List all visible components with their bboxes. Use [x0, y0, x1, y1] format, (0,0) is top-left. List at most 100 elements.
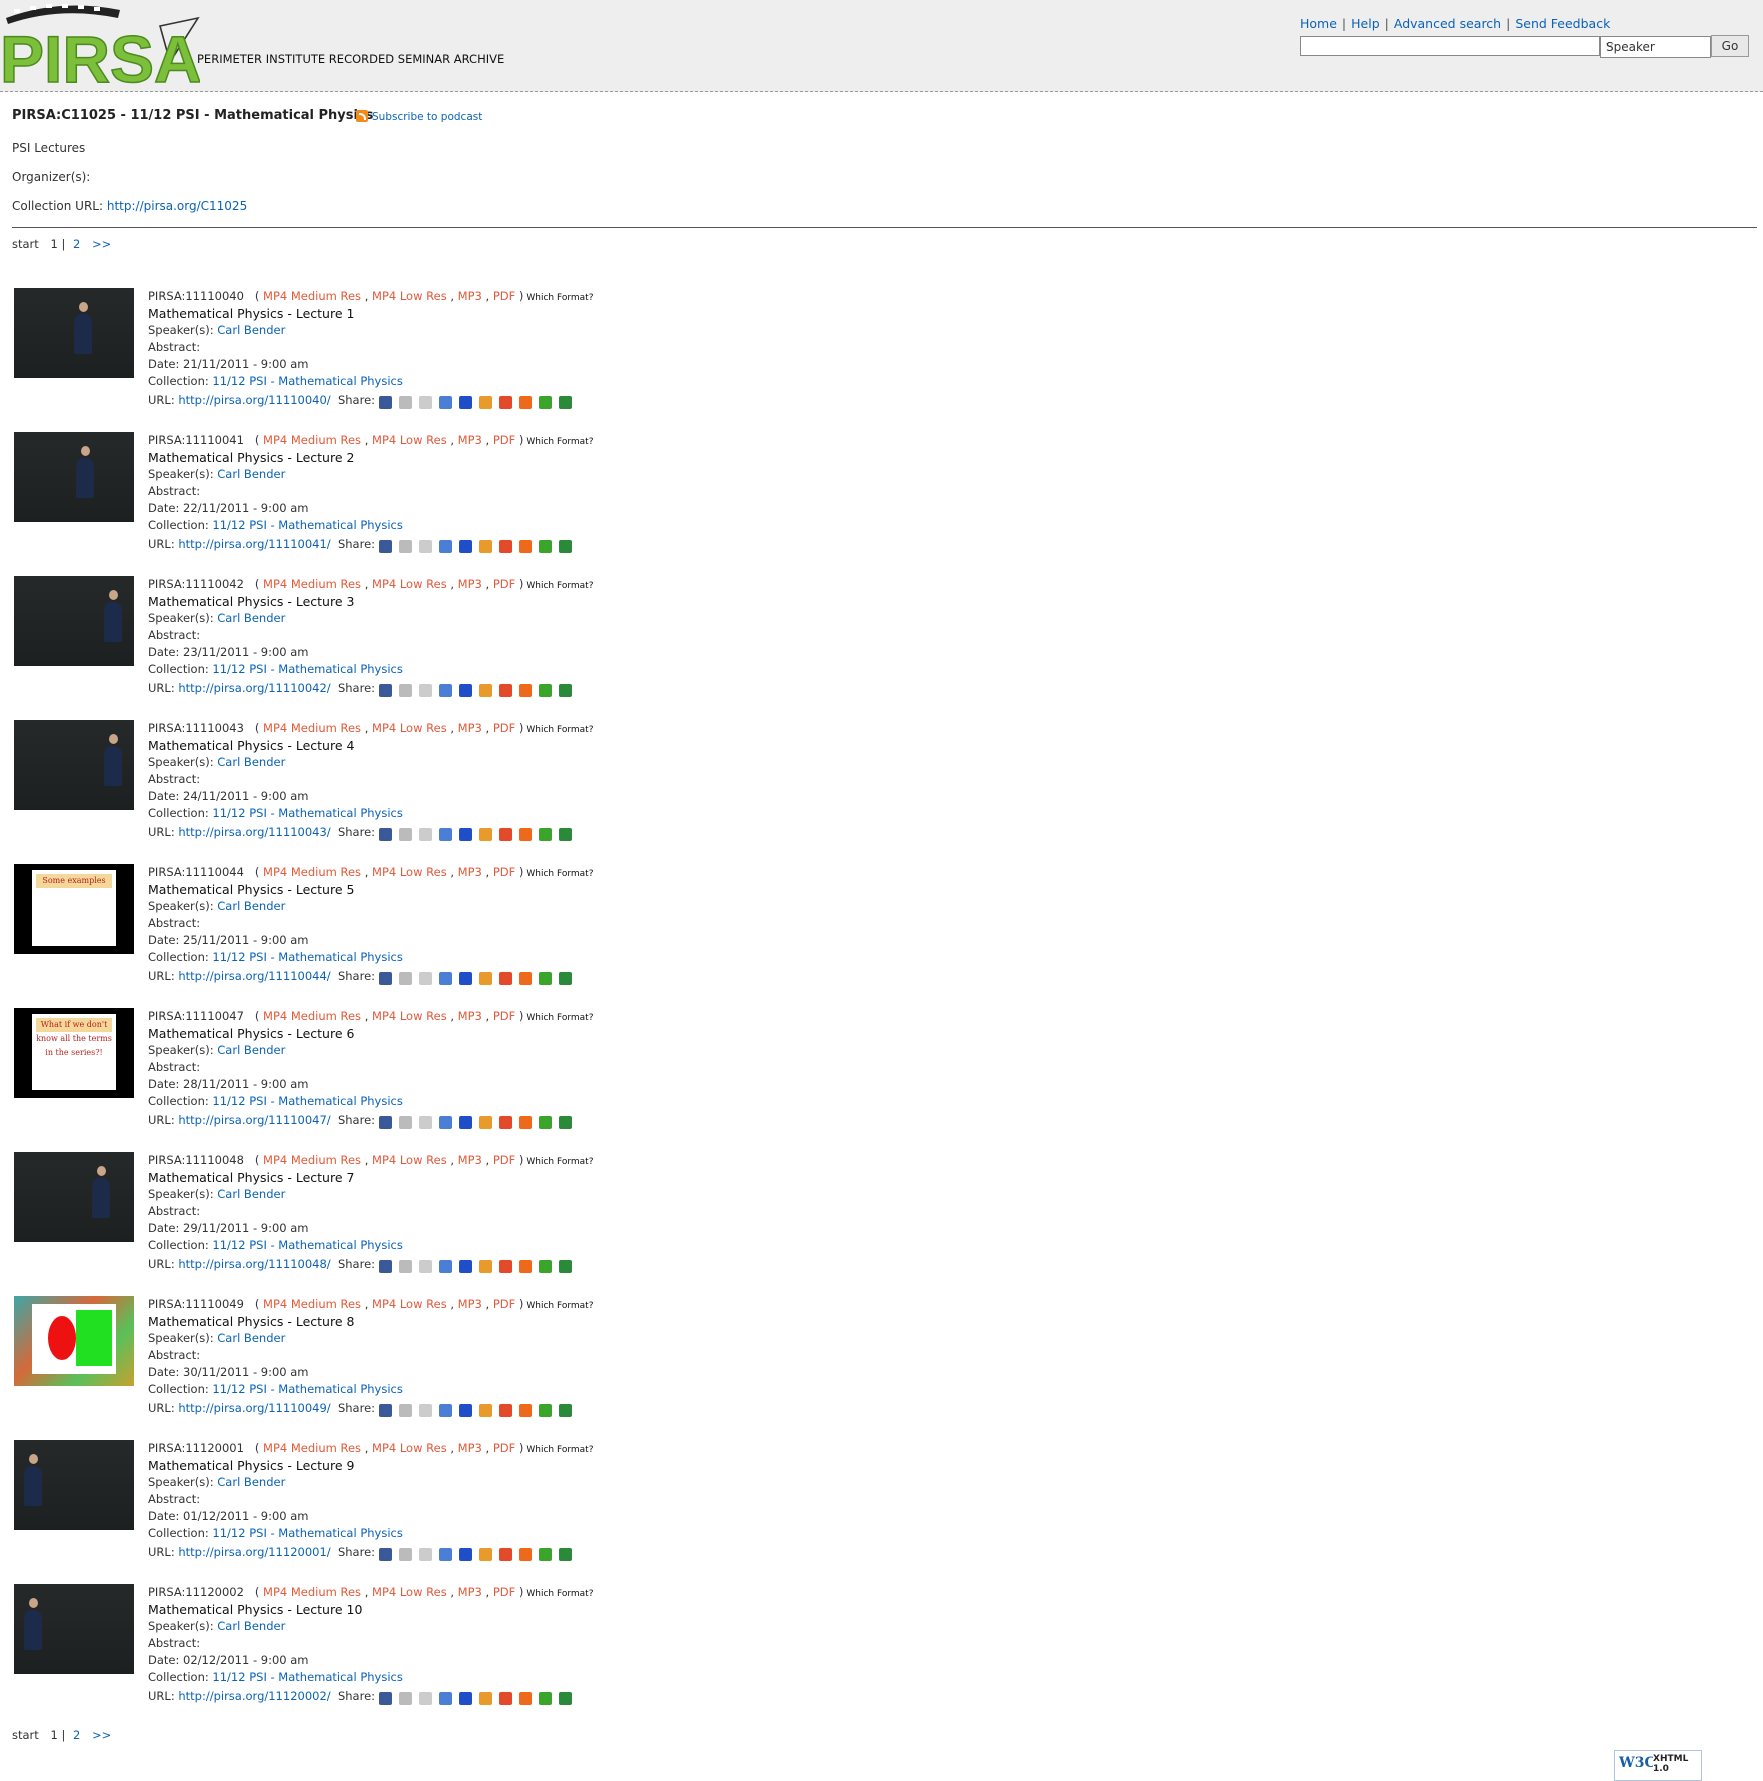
digg-icon[interactable] [399, 1116, 413, 1129]
send-feedback-link[interactable]: Send Feedback [1515, 16, 1610, 31]
ma-gnolia-icon[interactable] [559, 540, 573, 553]
format-link[interactable]: MP4 Low Res [372, 865, 447, 879]
delicious-icon[interactable] [459, 540, 473, 553]
reddit-icon[interactable] [419, 540, 433, 553]
digg-icon[interactable] [399, 1404, 413, 1417]
windows-live-icon[interactable] [479, 540, 493, 553]
lecture-thumbnail[interactable] [14, 1152, 134, 1242]
which-format-link[interactable]: Which Format? [526, 869, 593, 879]
yahoo-icon[interactable] [499, 684, 513, 697]
format-link[interactable]: PDF [493, 577, 515, 591]
windows-live-icon[interactable] [479, 828, 493, 841]
yahoo-icon[interactable] [499, 1548, 513, 1561]
format-link[interactable]: MP3 [458, 1009, 482, 1023]
delicious-icon[interactable] [459, 1116, 473, 1129]
stumbleupon-icon[interactable] [539, 540, 553, 553]
lecture-url-link[interactable]: http://pirsa.org/11110041/ [178, 537, 330, 551]
windows-live-icon[interactable] [479, 1116, 493, 1129]
which-format-link[interactable]: Which Format? [526, 437, 593, 447]
speaker-link[interactable]: Carl Bender [217, 899, 285, 913]
digg-icon[interactable] [399, 828, 413, 841]
furl-icon[interactable] [519, 1260, 533, 1273]
format-link[interactable]: MP3 [458, 289, 482, 303]
google-icon[interactable] [439, 1116, 453, 1129]
format-link[interactable]: MP4 Medium Res [263, 1441, 361, 1455]
lecture-thumbnail[interactable] [14, 1584, 134, 1674]
format-link[interactable]: MP4 Medium Res [263, 1297, 361, 1311]
lecture-thumbnail[interactable] [14, 1440, 134, 1530]
digg-icon[interactable] [399, 972, 413, 985]
windows-live-icon[interactable] [479, 972, 493, 985]
stumbleupon-icon[interactable] [539, 1692, 553, 1705]
furl-icon[interactable] [519, 828, 533, 841]
furl-icon[interactable] [519, 1116, 533, 1129]
google-icon[interactable] [439, 828, 453, 841]
delicious-icon[interactable] [459, 1548, 473, 1561]
facebook-icon[interactable] [379, 972, 393, 985]
google-icon[interactable] [439, 1404, 453, 1417]
format-link[interactable]: MP4 Medium Res [263, 721, 361, 735]
delicious-icon[interactable] [459, 1260, 473, 1273]
digg-icon[interactable] [399, 1548, 413, 1561]
collection-link[interactable]: 11/12 PSI - Mathematical Physics [212, 806, 402, 820]
collection-link[interactable]: 11/12 PSI - Mathematical Physics [212, 662, 402, 676]
facebook-icon[interactable] [379, 828, 393, 841]
format-link[interactable]: MP4 Low Res [372, 1297, 447, 1311]
speaker-link[interactable]: Carl Bender [217, 1475, 285, 1489]
speaker-link[interactable]: Carl Bender [217, 1331, 285, 1345]
format-link[interactable]: MP4 Medium Res [263, 1153, 361, 1167]
facebook-icon[interactable] [379, 1548, 393, 1561]
google-icon[interactable] [439, 1260, 453, 1273]
windows-live-icon[interactable] [479, 396, 493, 409]
furl-icon[interactable] [519, 1692, 533, 1705]
format-link[interactable]: MP4 Low Res [372, 721, 447, 735]
format-link[interactable]: MP4 Medium Res [263, 577, 361, 591]
reddit-icon[interactable] [419, 828, 433, 841]
digg-icon[interactable] [399, 1692, 413, 1705]
yahoo-icon[interactable] [499, 1260, 513, 1273]
ma-gnolia-icon[interactable] [559, 972, 573, 985]
collection-link[interactable]: 11/12 PSI - Mathematical Physics [212, 1526, 402, 1540]
reddit-icon[interactable] [419, 396, 433, 409]
ma-gnolia-icon[interactable] [559, 1548, 573, 1561]
format-link[interactable]: MP4 Medium Res [263, 865, 361, 879]
collection-link[interactable]: 11/12 PSI - Mathematical Physics [212, 1238, 402, 1252]
format-link[interactable]: MP4 Low Res [372, 1009, 447, 1023]
furl-icon[interactable] [519, 540, 533, 553]
lecture-url-link[interactable]: http://pirsa.org/11110043/ [178, 825, 330, 839]
collection-link[interactable]: 11/12 PSI - Mathematical Physics [212, 518, 402, 532]
pager-page-2[interactable]: 2 [73, 237, 80, 251]
lecture-url-link[interactable]: http://pirsa.org/11110044/ [178, 969, 330, 983]
ma-gnolia-icon[interactable] [559, 1260, 573, 1273]
pager-next[interactable]: >> [92, 1728, 111, 1742]
format-link[interactable]: MP3 [458, 1297, 482, 1311]
lecture-url-link[interactable]: http://pirsa.org/11110042/ [178, 681, 330, 695]
help-link[interactable]: Help [1351, 16, 1380, 31]
furl-icon[interactable] [519, 684, 533, 697]
furl-icon[interactable] [519, 1404, 533, 1417]
yahoo-icon[interactable] [499, 1692, 513, 1705]
windows-live-icon[interactable] [479, 1548, 493, 1561]
lecture-url-link[interactable]: http://pirsa.org/11110047/ [178, 1113, 330, 1127]
reddit-icon[interactable] [419, 1692, 433, 1705]
google-icon[interactable] [439, 540, 453, 553]
stumbleupon-icon[interactable] [539, 972, 553, 985]
furl-icon[interactable] [519, 396, 533, 409]
format-link[interactable]: MP3 [458, 433, 482, 447]
format-link[interactable]: PDF [493, 289, 515, 303]
which-format-link[interactable]: Which Format? [526, 1013, 593, 1023]
collection-url-link[interactable]: http://pirsa.org/C11025 [107, 199, 247, 213]
ma-gnolia-icon[interactable] [559, 828, 573, 841]
format-link[interactable]: MP3 [458, 577, 482, 591]
format-link[interactable]: MP4 Medium Res [263, 433, 361, 447]
which-format-link[interactable]: Which Format? [526, 725, 593, 735]
speaker-link[interactable]: Carl Bender [217, 1187, 285, 1201]
format-link[interactable]: MP4 Low Res [372, 1585, 447, 1599]
speaker-link[interactable]: Carl Bender [217, 467, 285, 481]
ma-gnolia-icon[interactable] [559, 1404, 573, 1417]
speaker-link[interactable]: Carl Bender [217, 611, 285, 625]
format-link[interactable]: MP4 Low Res [372, 1441, 447, 1455]
facebook-icon[interactable] [379, 1404, 393, 1417]
lecture-url-link[interactable]: http://pirsa.org/11110048/ [178, 1257, 330, 1271]
windows-live-icon[interactable] [479, 1692, 493, 1705]
